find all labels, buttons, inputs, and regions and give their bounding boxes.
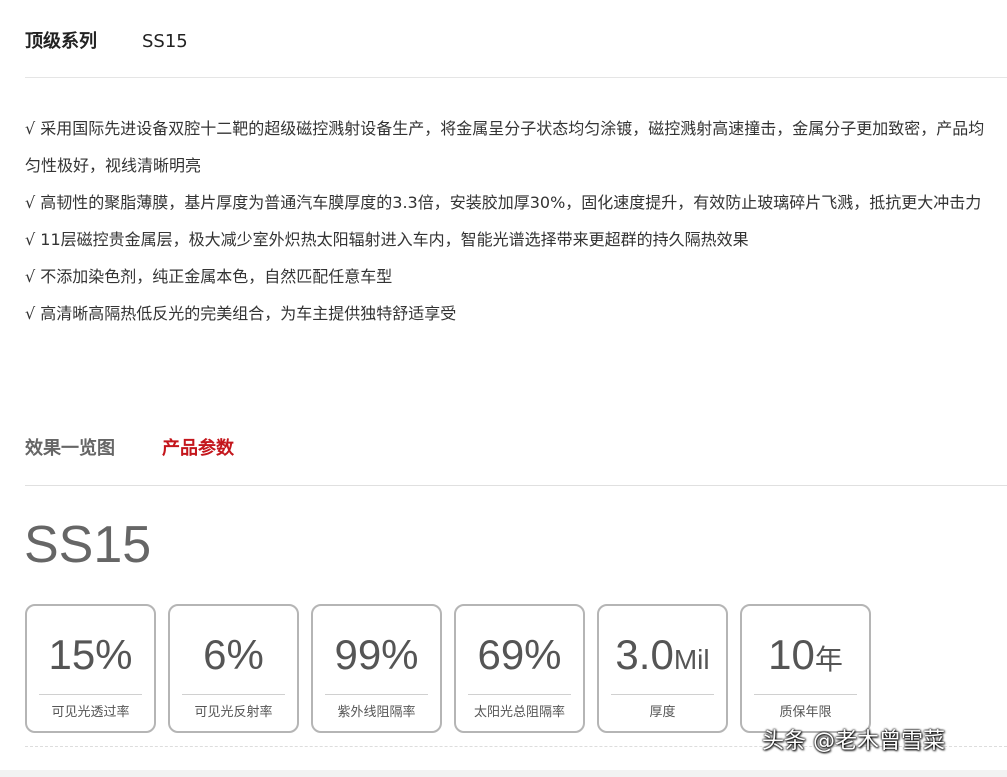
watermark: 头条 @老木曾雪菜 xyxy=(762,729,945,754)
spec-card-total-solar-rejection: 69% 太阳光总阻隔率 xyxy=(454,604,585,733)
params-title: SS15 xyxy=(24,516,152,574)
tab-effects[interactable]: 效果一览图 xyxy=(25,436,115,462)
spec-divider xyxy=(39,694,142,695)
spec-divider xyxy=(182,694,285,695)
feature-list: √ 采用国际先进设备双腔十二靶的超级磁控溅射设备生产，将金属呈分子状态均匀涂镀，… xyxy=(25,110,995,332)
product-name: SS15 xyxy=(142,31,188,52)
series-label: 顶级系列 xyxy=(25,31,97,52)
page-footer-strip xyxy=(0,770,1007,777)
section-tabs: 效果一览图 产品参数 xyxy=(25,432,1007,486)
spec-label: 紫外线阻隔率 xyxy=(337,705,416,720)
spec-divider xyxy=(468,694,571,695)
spec-value: 6% xyxy=(203,631,264,678)
spec-card-thickness: 3.0Mil 厚度 xyxy=(597,604,728,733)
feature-item: √ 11层磁控贵金属层，极大减少室外炽热太阳辐射进入车内，智能光谱选择带来更超群… xyxy=(25,230,749,249)
spec-value: 3.0Mil xyxy=(615,631,710,678)
spec-value: 10年 xyxy=(768,631,843,678)
spec-divider xyxy=(611,694,714,695)
spec-value: 99% xyxy=(334,631,419,678)
spec-card-uv-rejection: 99% 紫外线阻隔率 xyxy=(311,604,442,733)
spec-label: 厚度 xyxy=(649,705,676,720)
spec-label: 可见光反射率 xyxy=(194,705,273,720)
spec-divider xyxy=(754,694,857,695)
spec-card-visible-light-reflection: 6% 可见光反射率 xyxy=(168,604,299,733)
spec-label: 可见光透过率 xyxy=(51,705,130,720)
spec-card-visible-light-transmission: 15% 可见光透过率 xyxy=(25,604,156,733)
feature-item: √ 不添加染色剂，纯正金属本色，自然匹配任意车型 xyxy=(25,267,393,286)
spec-divider xyxy=(325,694,428,695)
feature-item: √ 高韧性的聚脂薄膜，基片厚度为普通汽车膜厚度的3.3倍，安装胶加厚30%，固化… xyxy=(25,193,982,212)
spec-value: 69% xyxy=(477,631,562,678)
feature-item: √ 高清晰高隔热低反光的完美组合，为车主提供独特舒适享受 xyxy=(25,304,457,323)
tab-product-params[interactable]: 产品参数 xyxy=(162,436,234,462)
spec-label: 太阳光总阻隔率 xyxy=(473,705,565,720)
spec-label: 质保年限 xyxy=(779,705,832,720)
product-header: 顶级系列 SS15 xyxy=(25,30,1007,78)
feature-item: √ 采用国际先进设备双腔十二靶的超级磁控溅射设备生产，将金属呈分子状态均匀涂镀，… xyxy=(25,119,985,175)
spec-cards: 15% 可见光透过率 6% 可见光反射率 99% 紫外线阻隔率 69% 太阳光总… xyxy=(25,604,885,734)
spec-card-warranty: 10年 质保年限 xyxy=(740,604,871,733)
spec-value: 15% xyxy=(48,631,133,678)
